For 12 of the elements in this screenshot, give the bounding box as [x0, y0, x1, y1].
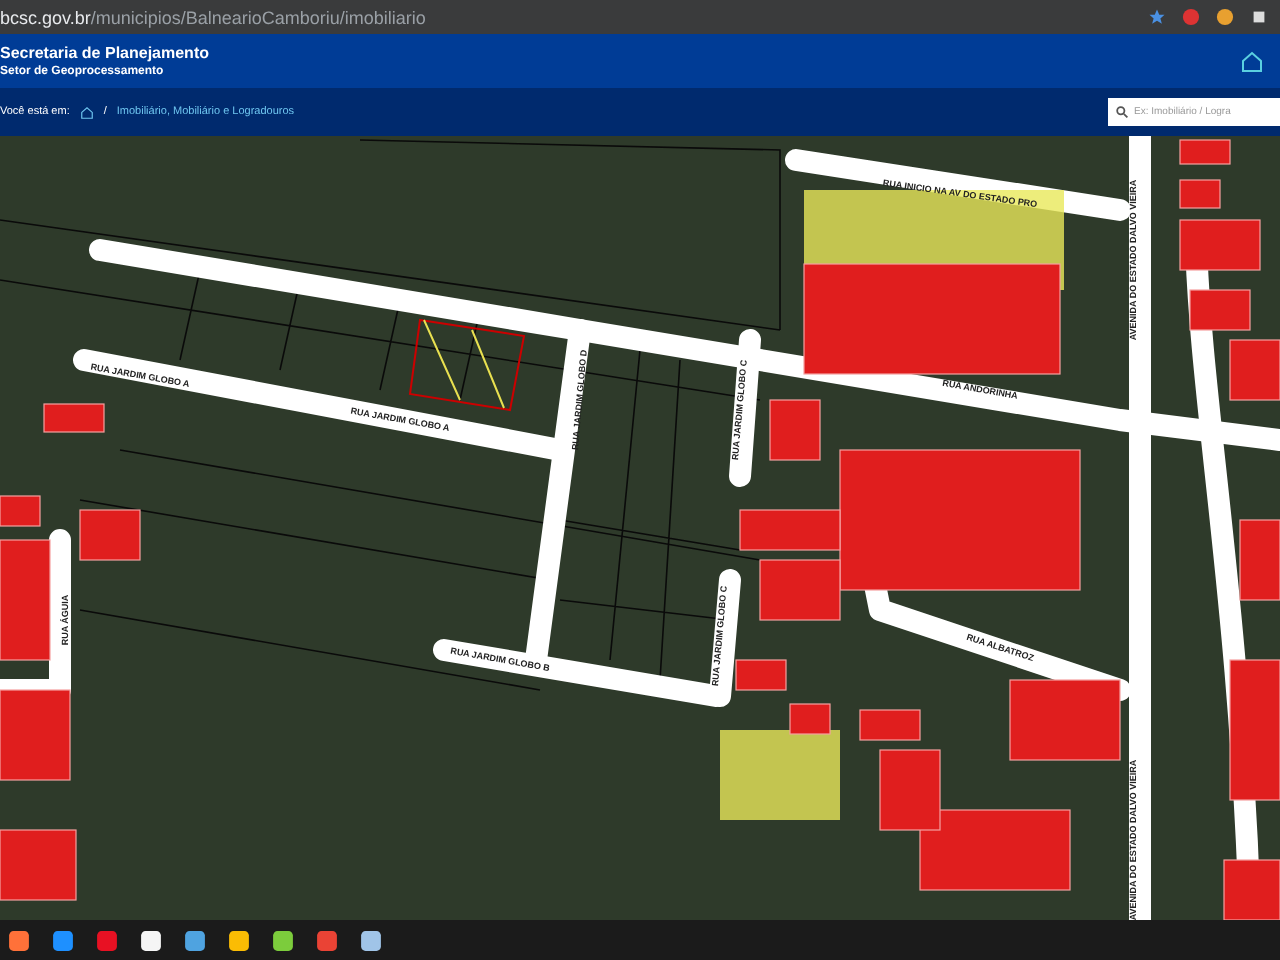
- selected-lot-drawing: [408, 318, 526, 412]
- site-title: Secretaria de Planejamento: [0, 44, 209, 62]
- taskbar-app-icon[interactable]: [8, 929, 30, 951]
- home-icon[interactable]: [79, 105, 94, 119]
- taskbar-app-icon[interactable]: [140, 929, 162, 951]
- star-icon[interactable]: [1148, 8, 1166, 26]
- taskbar-app-icon[interactable]: [272, 929, 294, 951]
- search-icon: [1116, 106, 1128, 118]
- taskbar-app-icon[interactable]: [360, 929, 382, 951]
- taskbar-app-icon[interactable]: [228, 929, 250, 951]
- taskbar-app-icon[interactable]: [184, 929, 206, 951]
- home-icon[interactable]: [1240, 49, 1264, 73]
